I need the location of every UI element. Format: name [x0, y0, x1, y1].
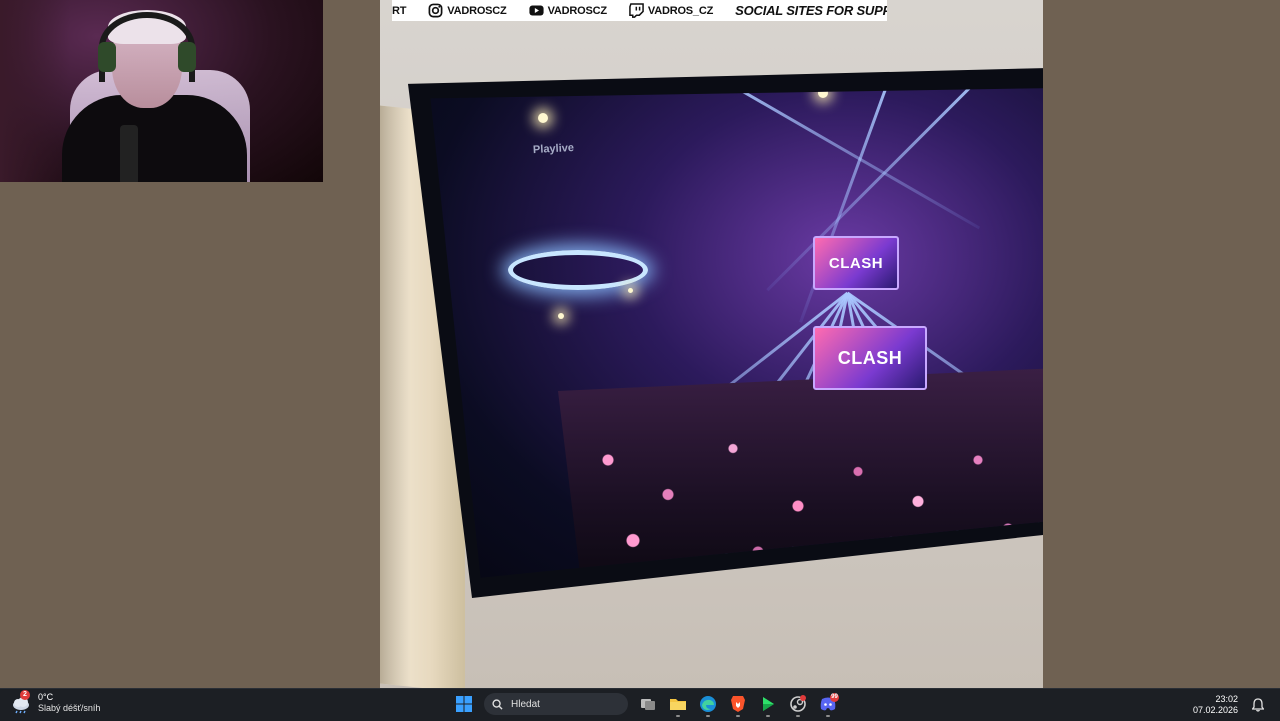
edge-icon [700, 696, 716, 712]
banner-label: VADROSCZ [547, 4, 608, 17]
folder-icon [670, 699, 686, 710]
windows-icon [456, 696, 472, 712]
taskbar-search-box[interactable]: Hledat [484, 693, 628, 715]
stage-light [558, 313, 564, 319]
brave-button[interactable] [726, 692, 750, 717]
search-icon [492, 698, 503, 710]
banner-segment: RT [392, 5, 406, 17]
weather-temperature: 0°C [38, 692, 54, 702]
youtube-icon [528, 3, 544, 18]
banner-segment-twitch: VADROS_CZ [629, 3, 713, 18]
notifications-button[interactable] [1246, 693, 1270, 717]
taskbar-apps: Hledat 99 [452, 692, 840, 717]
bell-icon [1252, 698, 1264, 712]
brave-icon [731, 696, 745, 712]
task-view-icon [641, 699, 655, 710]
headset-ear-left [98, 42, 116, 72]
task-view-button[interactable] [636, 692, 660, 716]
video-player[interactable]: Playlive CLASH CLASH [380, 0, 1043, 688]
social-links-banner: RT VADROSCZ VADROSCZ VADROS_CZ SOCIAL SI… [392, 0, 887, 21]
weather-widget[interactable]: 2 0°C Slabý déšť/sníh [10, 690, 101, 714]
file-explorer-button[interactable] [666, 692, 690, 717]
edge-button[interactable] [696, 692, 720, 717]
banner-segment-support: SOCIAL SITES FOR SUPPO [735, 3, 887, 18]
stage-screen-main: CLASH [813, 326, 927, 390]
discord-button[interactable]: 99 [816, 692, 840, 717]
search-placeholder: Hledat [511, 698, 540, 710]
ceiling-light-ring [508, 250, 648, 290]
headset-ear-right [178, 42, 196, 72]
webcam-ambient-light [0, 0, 70, 182]
steam-icon [790, 695, 806, 712]
banner-segment-youtube: VADROSCZ [528, 3, 608, 18]
streamer-body [62, 95, 247, 182]
webcam-overlay [0, 0, 323, 182]
stage-light [628, 288, 633, 293]
banner-label: VADROSCZ [447, 4, 507, 17]
banner-label: SOCIAL SITES FOR SUPPO [735, 3, 887, 18]
system-tray: 23:02 07.02.2026 [1193, 693, 1270, 717]
banner-label: RT [392, 4, 407, 17]
steam-app-button[interactable] [786, 692, 810, 717]
banner-segment-instagram: VADROSCZ [428, 3, 507, 18]
instagram-icon [428, 3, 443, 18]
green-app-button[interactable] [756, 692, 780, 717]
stage-light [538, 113, 548, 123]
banner-label: VADROS_CZ [647, 4, 714, 17]
clock[interactable]: 23:02 07.02.2026 [1193, 694, 1238, 716]
twitch-icon [629, 3, 644, 18]
clock-date: 07.02.2026 [1192, 705, 1238, 715]
tv-watermark: Playlive [532, 141, 575, 157]
tv-screen: Playlive CLASH CLASH [430, 88, 1043, 578]
weather-description: Slabý déšť/sníh [38, 703, 101, 713]
clock-time: 23:02 [1215, 694, 1238, 704]
play-icon [763, 697, 774, 711]
weather-icon: 2 [10, 690, 32, 714]
microphone [120, 125, 138, 182]
weather-badge: 2 [20, 690, 30, 700]
start-button[interactable] [452, 692, 476, 716]
discord-notification-badge: 99 [830, 693, 839, 702]
windows-taskbar: 2 0°C Slabý déšť/sníh Hledat 99 23:02 07… [0, 688, 1280, 721]
stage-screen-top: CLASH [813, 236, 899, 290]
